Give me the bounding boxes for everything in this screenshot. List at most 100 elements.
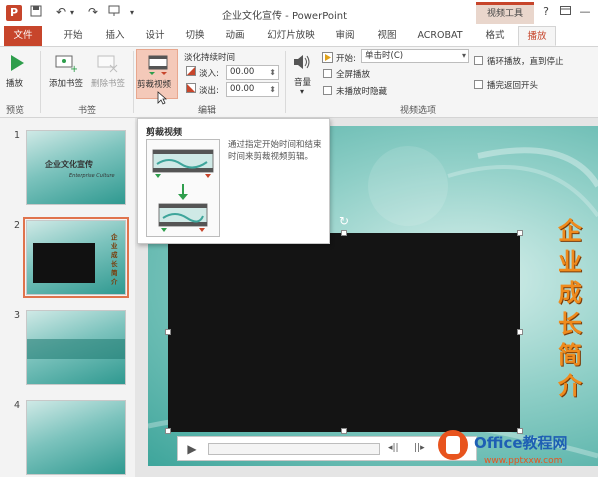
tab-slideshow[interactable]: 幻灯片放映 <box>262 26 320 46</box>
minimize-icon[interactable]: — <box>577 4 593 20</box>
resize-handle[interactable] <box>517 329 523 335</box>
document-title: 企业文化宣传 - PowerPoint <box>222 11 348 22</box>
slide-number: 2 <box>14 220 21 231</box>
loop-label: 循环播放，直到停止 <box>487 57 564 67</box>
rewind-label: 播完返回开头 <box>487 81 539 91</box>
loop-checkbox[interactable] <box>474 56 483 65</box>
hide-when-not-playing-checkbox[interactable] <box>323 86 332 95</box>
customize-toolbar-icon[interactable]: ▾ <box>130 8 134 17</box>
play-button[interactable] <box>8 53 26 76</box>
video-play-button[interactable]: ▶ <box>183 440 201 458</box>
fade-in-spinner[interactable]: 00.00 <box>226 65 279 80</box>
fullscreen-label: 全屏播放 <box>336 70 371 80</box>
tab-view[interactable]: 视图 <box>372 26 402 46</box>
speaker-icon <box>294 55 310 69</box>
thumb-title: 企业文化宣传 <box>45 160 93 169</box>
tab-transitions[interactable]: 切换 <box>180 26 210 46</box>
slide-number: 4 <box>14 400 21 411</box>
resize-handle[interactable] <box>341 428 347 434</box>
thumb-vertical-title: 企业成长简介 <box>111 233 118 286</box>
slide-number: 3 <box>14 310 21 321</box>
undo-icon[interactable]: ↶ <box>56 5 66 19</box>
remove-bookmark-label: 删除书签 <box>91 79 126 89</box>
group-label-editing: 编辑 <box>198 106 217 116</box>
volume-dropdown-icon[interactable]: ▾ <box>300 87 304 96</box>
trim-video-icon <box>148 55 168 75</box>
slide-thumbnail-pane: 1 企业文化宣传 Enterprise Culture 2 企业成长简介 3 4 <box>0 118 135 477</box>
powerpoint-logo-icon: P <box>6 5 22 21</box>
tab-review[interactable]: 审阅 <box>330 26 360 46</box>
video-frame[interactable] <box>165 230 523 434</box>
mouse-cursor-icon <box>157 91 168 108</box>
slide-thumbnail-4[interactable] <box>26 400 126 475</box>
step-back-icon[interactable]: ◂|| <box>388 443 399 453</box>
undo-dropdown-icon[interactable]: ▾ <box>70 8 74 17</box>
hide-when-not-playing-label: 未播放时隐藏 <box>336 87 388 97</box>
tab-file[interactable]: 文件 <box>4 26 42 46</box>
help-button[interactable]: ? <box>538 4 554 20</box>
tab-insert[interactable]: 插入 <box>100 26 130 46</box>
group-label-bookmarks: 书签 <box>78 106 97 116</box>
svg-text:+: + <box>70 64 77 73</box>
watermark-brand: Office教程网 <box>474 434 568 452</box>
start-label: 开始: <box>336 54 356 64</box>
fade-out-icon <box>186 83 196 93</box>
step-forward-icon[interactable]: ||▸ <box>414 443 425 453</box>
ribbon-display-options-icon[interactable] <box>557 4 573 20</box>
video-progress-bar[interactable] <box>208 443 380 455</box>
ribbon: 播放 预览 + 添加书签 删除书签 书签 剪裁视频 淡化持续时间 淡入: 00.… <box>0 46 598 118</box>
play-icon <box>11 55 24 71</box>
tab-playback[interactable]: 播放 <box>518 26 556 46</box>
remove-bookmark-button[interactable] <box>97 53 119 76</box>
thumb-video <box>33 243 95 283</box>
play-button-label: 播放 <box>6 79 24 89</box>
slide-thumbnail-2[interactable]: 企业成长简介 <box>23 217 129 298</box>
video-controls: ▶ ◂|| ||▸ ◀) <box>177 436 477 461</box>
add-bookmark-label: 添加书签 <box>49 79 84 89</box>
resize-handle[interactable] <box>165 428 171 434</box>
redo-icon[interactable]: ↷ <box>88 5 98 19</box>
thumb-band <box>27 339 125 359</box>
slide-vertical-title: 企业成长简介 <box>558 216 582 400</box>
tooltip-illustration <box>146 139 220 237</box>
group-label-preview: 预览 <box>6 106 25 116</box>
fade-in-icon <box>186 66 196 76</box>
tab-home[interactable]: 开始 <box>58 26 88 46</box>
resize-handle[interactable] <box>517 230 523 236</box>
trim-illustration-icon <box>152 149 214 232</box>
presentation-start-icon[interactable] <box>108 5 120 20</box>
contextual-tab-group: 视频工具 <box>476 2 534 24</box>
tab-animations[interactable]: 动画 <box>220 26 250 46</box>
fade-in-label: 淡入: <box>199 69 219 79</box>
slide-number: 1 <box>14 130 21 141</box>
resize-handle[interactable] <box>165 329 171 335</box>
fullscreen-checkbox[interactable] <box>323 69 332 78</box>
fade-out-label: 淡出: <box>199 86 219 96</box>
add-bookmark-button[interactable]: + <box>55 53 78 76</box>
fade-duration-label: 淡化持续时间 <box>184 53 236 63</box>
start-icon <box>322 52 333 63</box>
slide-thumbnail-1[interactable]: 企业文化宣传 Enterprise Culture <box>26 130 126 205</box>
add-bookmark-icon: + <box>55 55 78 75</box>
watermark: Office教程网 www.pptxxw.com <box>436 428 596 474</box>
tab-design[interactable]: 设计 <box>140 26 170 46</box>
start-select[interactable]: 单击时(C) <box>361 49 469 63</box>
watermark-url: www.pptxxw.com <box>484 456 563 466</box>
fade-out-spinner[interactable]: 00.00 <box>226 82 279 97</box>
tab-acrobat[interactable]: ACROBAT <box>414 26 466 46</box>
tooltip-description: 通过指定开始时间和结束时间来剪裁视频剪辑。 <box>228 140 322 162</box>
resize-handle[interactable] <box>341 230 347 236</box>
volume-button[interactable] <box>292 53 312 74</box>
office-logo-icon <box>438 430 468 460</box>
rewind-checkbox[interactable] <box>474 80 483 89</box>
rotate-handle-icon[interactable]: ↻ <box>339 214 349 228</box>
remove-bookmark-icon <box>97 55 118 73</box>
save-icon[interactable] <box>30 5 42 20</box>
group-label-video-options: 视频选项 <box>400 106 437 116</box>
thumb-subtitle: Enterprise Culture <box>69 173 115 179</box>
tab-format[interactable]: 格式 <box>478 26 512 46</box>
slide-thumbnail-3[interactable] <box>26 310 126 385</box>
title-bar: P ↶ ▾ ↷ ▾ 企业文化宣传 - PowerPoint 视频工具 ? — <box>0 0 598 26</box>
trim-video-label: 剪裁视频 <box>137 80 172 90</box>
trim-video-tooltip: 剪裁视频 通过指定开始时间和结束时间来剪裁视频剪辑。 <box>137 118 330 244</box>
